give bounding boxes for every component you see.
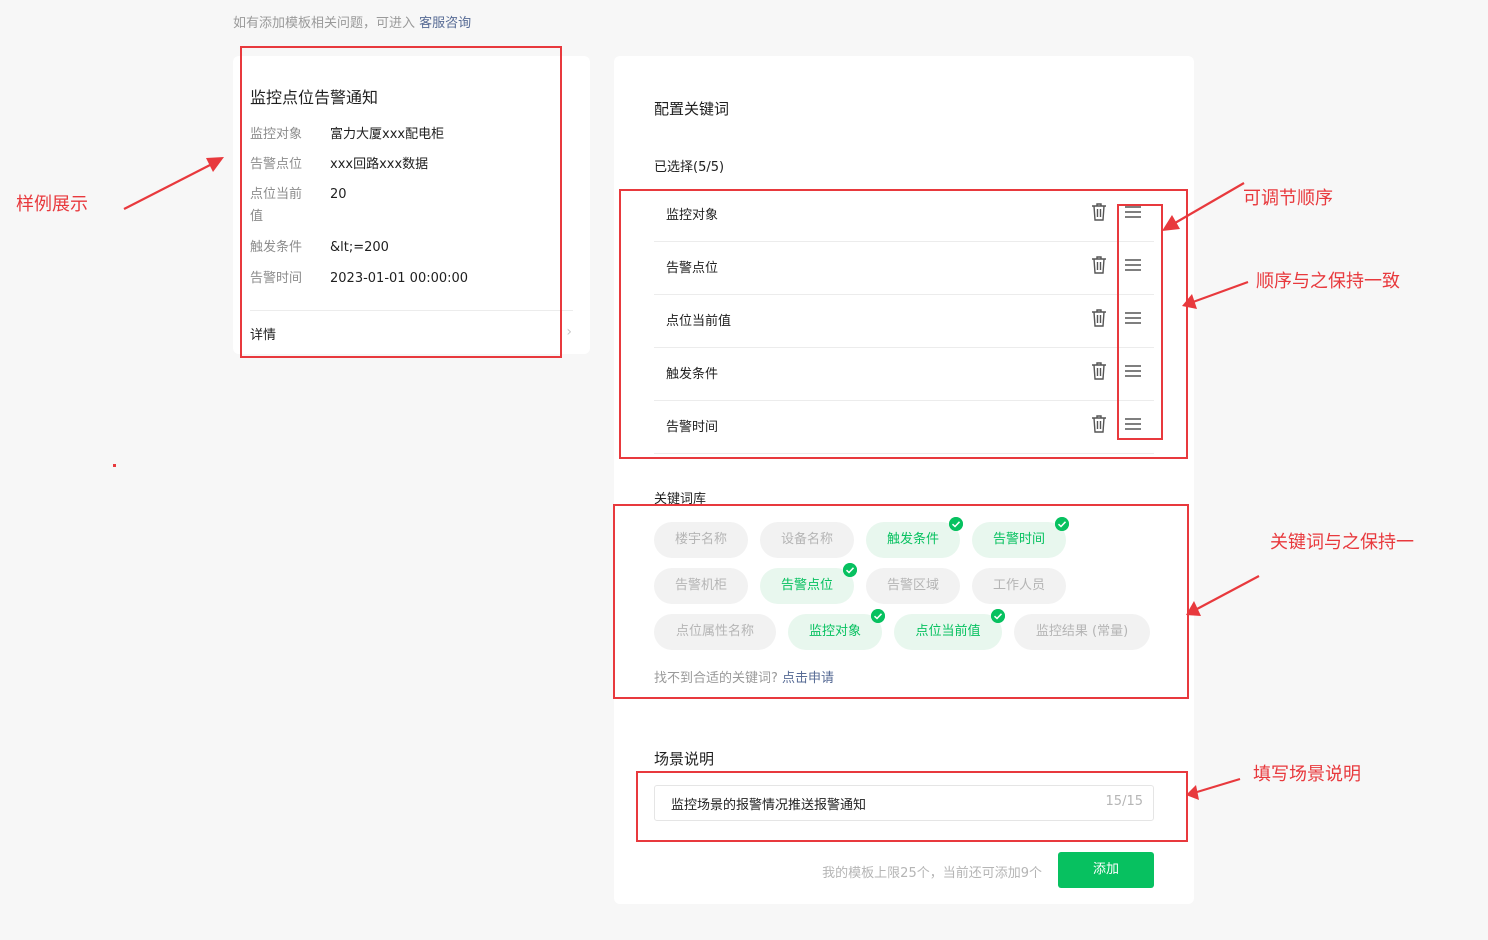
- annotation-keyword-label: 关键词与之保持一: [1270, 532, 1414, 553]
- annotation-reorder-label: 可调节顺序: [1243, 188, 1333, 209]
- annotation-scene-label: 填写场景说明: [1253, 764, 1361, 785]
- annotation-sample-label: 样例展示: [16, 194, 88, 215]
- annotation-arrows: [123, 157, 1260, 800]
- annotation-order-label: 顺序与之保持一致: [1256, 271, 1400, 292]
